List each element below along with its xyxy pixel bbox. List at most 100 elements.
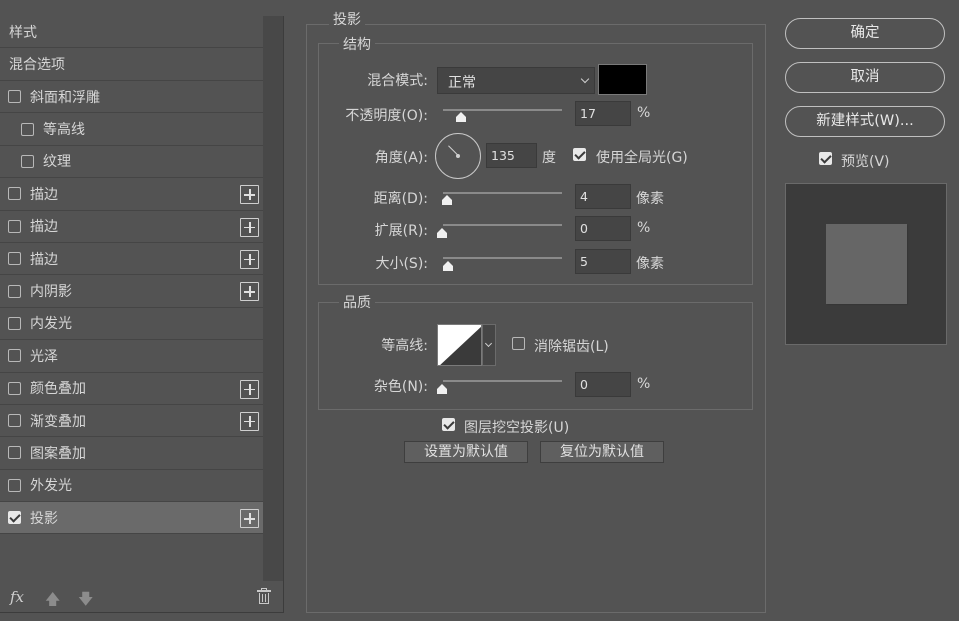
style-item[interactable]: 外发光 bbox=[0, 470, 263, 503]
style-item-checkbox[interactable] bbox=[8, 381, 21, 395]
style-item-checkbox[interactable] bbox=[8, 478, 21, 492]
contour-dropdown-button[interactable] bbox=[482, 324, 496, 366]
spread-input[interactable]: 0 bbox=[575, 216, 631, 241]
styles-header[interactable]: 样式 bbox=[0, 16, 263, 48]
style-item-checkbox[interactable] bbox=[8, 446, 21, 460]
style-item[interactable]: 描边 bbox=[0, 211, 263, 243]
style-item[interactable]: 斜面和浮雕 bbox=[0, 81, 263, 114]
global-light-label[interactable]: 使用全局光(G) bbox=[596, 147, 688, 167]
style-item[interactable]: 投影 bbox=[0, 502, 263, 535]
style-item-label: 内发光 bbox=[30, 316, 72, 333]
style-item-label: 颜色叠加 bbox=[30, 381, 86, 398]
preview-checkbox[interactable] bbox=[819, 152, 832, 165]
contour-preview[interactable] bbox=[437, 324, 482, 366]
style-item-checkbox[interactable] bbox=[8, 316, 21, 330]
make-default-button[interactable]: 设置为默认值 bbox=[404, 441, 528, 463]
chevron-down-icon bbox=[484, 339, 493, 348]
blend-mode-value: 正常 bbox=[448, 75, 476, 91]
angle-label: 角度(A): bbox=[374, 150, 428, 166]
spread-slider-track[interactable] bbox=[443, 224, 562, 226]
noise-input[interactable]: 0 bbox=[575, 372, 631, 397]
reset-default-button[interactable]: 复位为默认值 bbox=[540, 441, 664, 463]
styles-header-label: 样式 bbox=[9, 24, 37, 41]
fx-menu-button[interactable]: fx bbox=[10, 588, 24, 606]
quality-title: 品质 bbox=[339, 292, 375, 312]
style-item-label: 渐变叠加 bbox=[30, 413, 86, 430]
global-light-checkbox[interactable] bbox=[573, 148, 586, 161]
style-item-checkbox[interactable] bbox=[8, 284, 21, 298]
opacity-input[interactable]: 17 bbox=[575, 101, 631, 126]
style-item-label: 光泽 bbox=[30, 348, 58, 365]
trash-icon[interactable] bbox=[257, 588, 271, 605]
opacity-slider-thumb[interactable] bbox=[456, 112, 466, 122]
style-item-checkbox[interactable] bbox=[8, 414, 21, 428]
style-item[interactable]: 颜色叠加 bbox=[0, 373, 263, 405]
angle-input[interactable]: 135 bbox=[486, 143, 537, 168]
spread-slider-thumb[interactable] bbox=[437, 228, 447, 238]
distance-slider-thumb[interactable] bbox=[442, 195, 452, 205]
style-item[interactable]: 描边 bbox=[0, 243, 263, 276]
noise-slider-thumb[interactable] bbox=[437, 384, 447, 394]
blend-mode-select[interactable]: 正常 bbox=[437, 67, 595, 94]
size-unit: 像素 bbox=[636, 256, 664, 272]
style-item-checkbox[interactable] bbox=[21, 122, 34, 136]
style-item-label: 描边 bbox=[30, 251, 58, 268]
style-item-checkbox[interactable] bbox=[8, 349, 21, 363]
opacity-label: 不透明度(O): bbox=[345, 108, 428, 124]
style-item-checkbox[interactable] bbox=[8, 90, 21, 104]
style-item-label: 纹理 bbox=[43, 154, 71, 171]
noise-unit: % bbox=[637, 376, 651, 392]
distance-input[interactable]: 4 bbox=[575, 184, 631, 209]
style-item-checkbox[interactable] bbox=[8, 252, 21, 266]
new-style-button[interactable]: 新建样式(W)... bbox=[785, 106, 945, 137]
noise-slider-track[interactable] bbox=[443, 380, 562, 382]
style-item-checkbox[interactable] bbox=[8, 219, 21, 233]
add-style-plus-icon[interactable] bbox=[240, 411, 259, 431]
style-item[interactable]: 描边 bbox=[0, 178, 263, 211]
add-style-plus-icon[interactable] bbox=[240, 379, 259, 399]
distance-slider-track[interactable] bbox=[443, 192, 562, 194]
style-item[interactable]: 纹理 bbox=[0, 146, 263, 179]
knockout-label[interactable]: 图层挖空投影(U) bbox=[464, 417, 569, 437]
style-item[interactable]: 内发光 bbox=[0, 308, 263, 341]
opacity-slider-track[interactable] bbox=[443, 109, 562, 111]
style-item[interactable]: 图案叠加 bbox=[0, 437, 263, 470]
style-item[interactable]: 渐变叠加 bbox=[0, 405, 263, 438]
opacity-unit: % bbox=[637, 105, 651, 121]
add-style-plus-icon[interactable] bbox=[240, 185, 259, 205]
move-down-arrow-icon[interactable]: 🡇 bbox=[78, 589, 93, 614]
shadow-color-swatch[interactable] bbox=[598, 64, 647, 95]
add-style-plus-icon[interactable] bbox=[240, 217, 259, 237]
style-item[interactable]: 内阴影 bbox=[0, 275, 263, 308]
size-slider-track[interactable] bbox=[443, 257, 562, 259]
style-item-checkbox[interactable] bbox=[8, 511, 21, 525]
blending-options-label: 混合选项 bbox=[9, 57, 65, 73]
knockout-checkbox[interactable] bbox=[442, 418, 455, 431]
add-style-plus-icon[interactable] bbox=[240, 249, 259, 269]
style-item-checkbox[interactable] bbox=[8, 187, 21, 201]
preview-label[interactable]: 预览(V) bbox=[841, 151, 890, 171]
blending-options-item[interactable]: 混合选项 bbox=[0, 48, 263, 81]
anti-alias-label[interactable]: 消除锯齿(L) bbox=[534, 336, 609, 356]
size-slider-thumb[interactable] bbox=[443, 261, 453, 271]
style-item[interactable]: 等高线 bbox=[0, 113, 263, 146]
anti-alias-checkbox[interactable] bbox=[512, 337, 525, 350]
style-item[interactable]: 光泽 bbox=[0, 340, 263, 373]
move-up-arrow-icon[interactable]: 🡅 bbox=[45, 589, 60, 614]
add-style-plus-icon[interactable] bbox=[240, 282, 259, 302]
ok-button[interactable]: 确定 bbox=[785, 18, 945, 49]
style-item-label: 投影 bbox=[30, 510, 58, 527]
preview-shape bbox=[826, 224, 907, 304]
styles-list-scrollbar[interactable] bbox=[263, 16, 283, 581]
noise-label: 杂色(N): bbox=[373, 379, 428, 395]
cancel-button[interactable]: 取消 bbox=[785, 62, 945, 93]
angle-dial[interactable] bbox=[435, 133, 481, 179]
style-item-checkbox[interactable] bbox=[21, 154, 34, 168]
style-item-label: 描边 bbox=[30, 186, 58, 203]
blend-mode-label: 混合模式: bbox=[367, 73, 428, 89]
drop-shadow-title: 投影 bbox=[329, 9, 365, 29]
size-input[interactable]: 5 bbox=[575, 249, 631, 274]
add-style-plus-icon[interactable] bbox=[240, 509, 259, 529]
style-item-label: 等高线 bbox=[43, 122, 85, 139]
structure-title: 结构 bbox=[339, 34, 375, 54]
